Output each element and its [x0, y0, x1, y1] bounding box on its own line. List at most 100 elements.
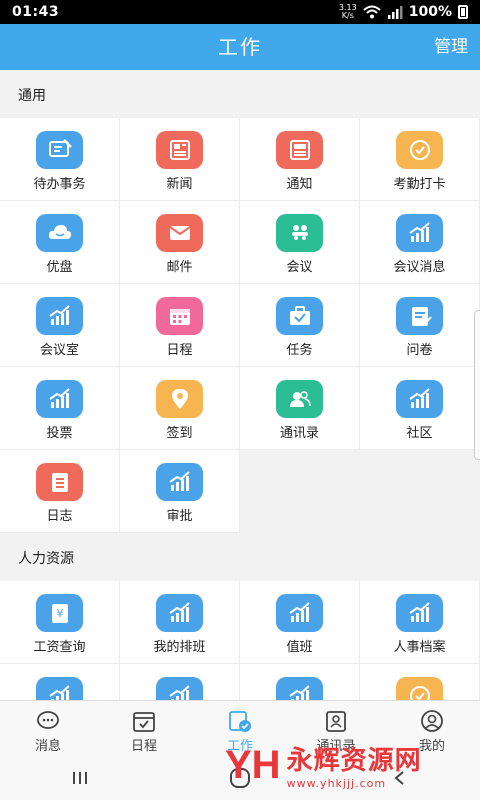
app-tile[interactable]: 考勤打卡 — [360, 118, 480, 201]
cloud-icon — [36, 214, 83, 252]
recent-apps-button[interactable] — [60, 763, 100, 793]
nav-item[interactable]: 日程 — [96, 701, 192, 756]
status-time: 01:43 — [12, 4, 60, 20]
app-tile[interactable]: 优盘 — [0, 201, 120, 284]
app-tile[interactable]: 会议室 — [0, 284, 120, 367]
survey-icon — [396, 297, 443, 335]
chart-icon — [396, 594, 443, 632]
calendar-icon — [156, 297, 203, 335]
app-tile-label: 日程 — [166, 343, 193, 358]
app-tile[interactable]: 人事档案 — [360, 581, 480, 664]
scroll-handle[interactable] — [474, 310, 480, 460]
app-tile[interactable]: 任务 — [240, 284, 360, 367]
chart-icon — [396, 380, 443, 418]
app-tile[interactable]: 审批 — [120, 450, 240, 533]
chart-icon — [156, 463, 203, 501]
work-content[interactable]: 通用待办事务 新闻 通知 考勤打卡优盘 邮件 会议 会议消息会议室 日程 任务 问卷投票 签到 通讯录… — [0, 70, 480, 700]
work-icon — [227, 709, 253, 733]
app-tile[interactable]: 待办事务 — [0, 118, 120, 201]
app-header: 工作 管理 — [0, 24, 480, 70]
log-icon — [36, 463, 83, 501]
notice-icon — [276, 131, 323, 169]
app-tile[interactable] — [120, 664, 240, 700]
app-tile-label: 会议室 — [39, 343, 79, 358]
app-tile[interactable]: 签到 — [120, 367, 240, 450]
app-grid: ¥ 工资查询 我的排班 值班 人事档案 — [0, 581, 480, 700]
section-title: 人力资源 — [18, 551, 74, 567]
chart-icon — [276, 594, 323, 632]
app-tile[interactable]: ¥ 工资查询 — [0, 581, 120, 664]
app-tile-label: 考勤打卡 — [393, 177, 446, 192]
location-icon — [156, 380, 203, 418]
net-speed-unit: K/s — [341, 11, 354, 20]
app-tile[interactable]: 会议 — [240, 201, 360, 284]
nav-label: 消息 — [34, 739, 61, 754]
app-tile[interactable] — [360, 664, 480, 700]
app-tile-label: 投票 — [46, 426, 73, 441]
app-tile-label: 待办事务 — [33, 177, 86, 192]
app-tile-label: 通知 — [286, 177, 313, 192]
signal-icon — [387, 6, 403, 19]
status-bar: 01:43 3.13 K/s 100% — [0, 0, 480, 24]
app-tile[interactable] — [0, 664, 120, 700]
app-tile-label: 问卷 — [406, 343, 433, 358]
salary-icon: ¥ — [36, 594, 83, 632]
app-tile-label: 日志 — [46, 509, 73, 524]
app-tile-label: 人事档案 — [393, 640, 446, 655]
app-tile[interactable]: 问卷 — [360, 284, 480, 367]
battery-percent: 100% — [408, 4, 452, 20]
app-tile-label: 任务 — [286, 343, 313, 358]
chart-icon — [156, 594, 203, 632]
app-tile[interactable]: 新闻 — [120, 118, 240, 201]
app-tile[interactable] — [240, 664, 360, 700]
app-tile[interactable]: 社区 — [360, 367, 480, 450]
watermark-url: www.yhkjjj.com — [286, 777, 387, 790]
manage-button[interactable]: 管理 — [434, 24, 468, 70]
app-tile-label: 邮件 — [166, 260, 193, 275]
app-tile-label: 工资查询 — [33, 640, 86, 655]
app-tile[interactable]: 我的排班 — [120, 581, 240, 664]
profile-icon — [419, 709, 445, 733]
app-tile[interactable]: 值班 — [240, 581, 360, 664]
app-tile-label: 社区 — [406, 426, 433, 441]
app-tile-label: 会议 — [286, 260, 313, 275]
empty-tile — [240, 450, 360, 533]
watermark-logo: YH — [225, 742, 281, 787]
app-tile-label: 新闻 — [166, 177, 193, 192]
recent-apps-icon — [73, 772, 87, 784]
wifi-icon — [363, 5, 381, 19]
task-icon — [276, 297, 323, 335]
app-tile[interactable]: 日志 — [0, 450, 120, 533]
app-tile[interactable]: 通知 — [240, 118, 360, 201]
chart-icon — [36, 297, 83, 335]
nav-item[interactable]: 消息 — [0, 701, 96, 756]
chart-icon — [396, 214, 443, 252]
app-tile-label: 审批 — [166, 509, 193, 524]
calendar-icon — [131, 709, 157, 733]
app-tile[interactable]: 邮件 — [120, 201, 240, 284]
app-tile-label: 会议消息 — [393, 260, 446, 275]
nav-label: 日程 — [130, 739, 157, 754]
app-tile-label: 我的排班 — [153, 640, 206, 655]
watermark: YH 永辉资源网 www.yhkjjj.com — [225, 735, 480, 795]
chart-icon — [36, 380, 83, 418]
app-tile[interactable]: 会议消息 — [360, 201, 480, 284]
page-title: 工作 — [218, 35, 262, 59]
message-icon — [35, 709, 61, 733]
meeting-icon — [276, 214, 323, 252]
empty-tile — [360, 450, 480, 533]
section-title: 通用 — [18, 88, 46, 104]
net-speed: 3.13 K/s — [339, 4, 357, 20]
app-tile[interactable]: 通讯录 — [240, 367, 360, 450]
chart-icon — [36, 677, 83, 700]
app-tile[interactable]: 日程 — [120, 284, 240, 367]
app-tile[interactable]: 投票 — [0, 367, 120, 450]
chart-icon — [276, 677, 323, 700]
app-tile-label: 签到 — [166, 426, 193, 441]
status-icons: 3.13 K/s 100% — [339, 4, 468, 20]
app-tile-label: 优盘 — [46, 260, 73, 275]
svg-text:¥: ¥ — [56, 607, 63, 620]
contacts-icon — [276, 380, 323, 418]
battery-icon — [458, 5, 468, 19]
chart-icon — [156, 677, 203, 700]
